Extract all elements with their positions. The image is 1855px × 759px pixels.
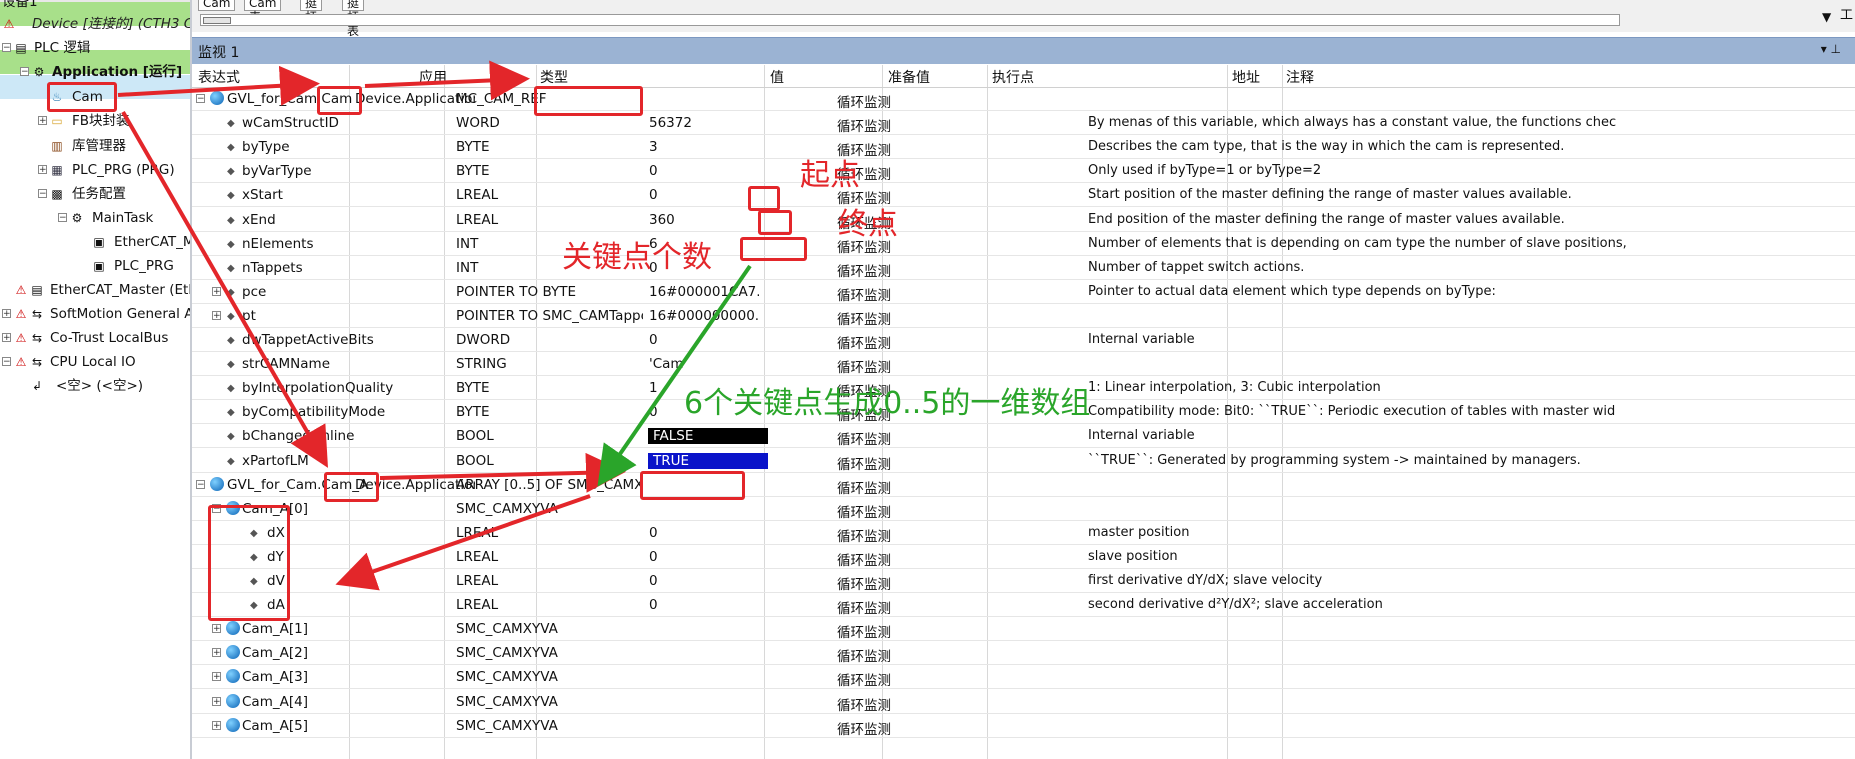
highlight-box-watch-cam bbox=[317, 86, 362, 115]
arrow-green-nelements bbox=[597, 264, 752, 487]
annotation-num-points: 关键点个数 bbox=[562, 240, 712, 275]
highlight-box-end bbox=[758, 210, 792, 235]
annotation-array-note: 6个关键点生成0..5的一维数组 bbox=[684, 386, 1091, 421]
arrow-cam-to-array bbox=[121, 111, 328, 468]
highlight-box-nelements bbox=[740, 237, 807, 261]
highlight-box-cam bbox=[47, 82, 117, 112]
highlight-box-start bbox=[748, 186, 780, 211]
annotation-end: 终点 bbox=[838, 207, 898, 242]
highlight-box-struct-elements bbox=[208, 505, 290, 621]
arrow-array-to-type bbox=[379, 452, 626, 493]
highlight-box-type bbox=[534, 86, 643, 116]
arrow-type-to-elements bbox=[335, 494, 591, 591]
highlight-box-cam-a bbox=[324, 472, 379, 502]
annotation-start: 起点 bbox=[800, 158, 860, 193]
arrow-cam-to-type bbox=[364, 60, 530, 101]
highlight-box-smc-type bbox=[640, 471, 745, 500]
arrow-cam-to-watch bbox=[117, 65, 320, 106]
